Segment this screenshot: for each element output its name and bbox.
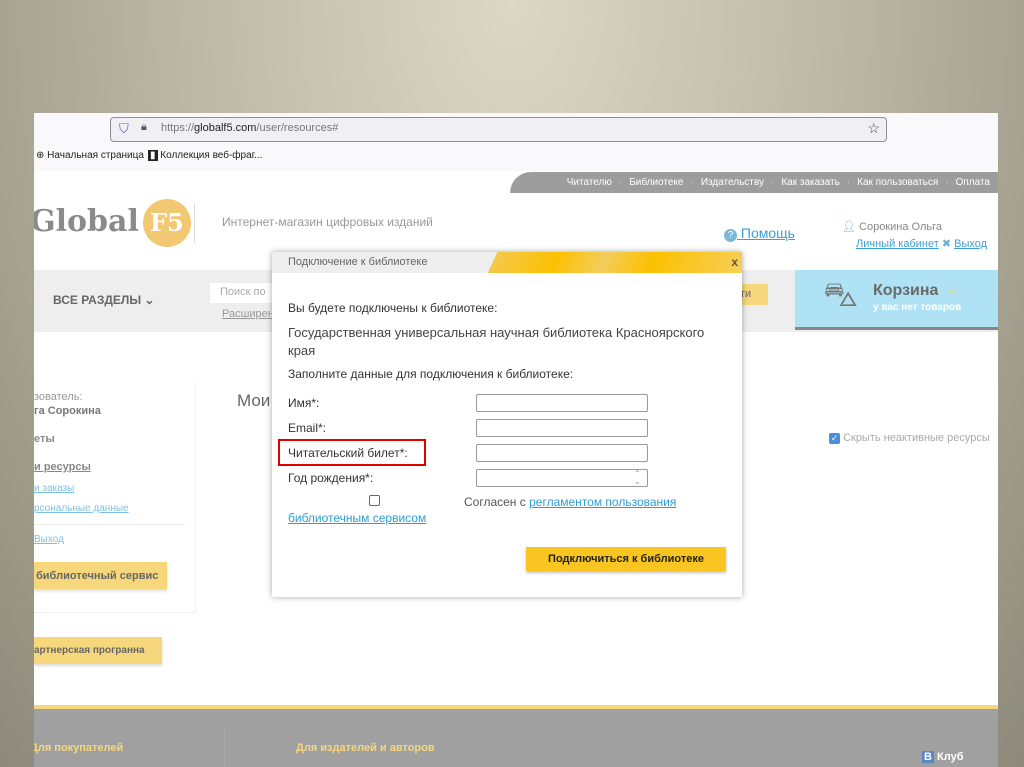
nav-payment[interactable]: Оплата — [956, 177, 990, 188]
user-name: Сорокина Ольга — [859, 221, 943, 233]
all-sections-dropdown[interactable]: ВСЕ РАЗДЕЛЫ ⌄ — [53, 293, 154, 307]
url-domain: globalf5.com — [194, 122, 257, 134]
shield-icon: ⛉ — [119, 121, 129, 136]
logo-badge: F5 — [142, 199, 191, 247]
chevron-down-icon: ⌄ — [144, 293, 155, 307]
logout-icon: ✖ — [941, 238, 952, 250]
agree-text: Согласен с — [464, 495, 530, 509]
name-label: Имя*: — [288, 396, 320, 410]
name-input[interactable] — [476, 394, 648, 412]
dialog-intro: Вы будете подключены к библиотеке: — [288, 301, 498, 315]
browser-toolbar: ⛉ 🔒︎ https://globalf5.com/user/resources… — [34, 113, 998, 171]
nav-reader[interactable]: Читателю — [567, 177, 612, 188]
bookmark-collection[interactable]: ▮ Коллекция веб-фраг... — [148, 150, 262, 161]
email-label: Email*: — [288, 421, 327, 435]
logout-link[interactable]: Выход — [954, 238, 987, 250]
nav-publisher[interactable]: Издательству — [701, 177, 764, 188]
birth-year-input[interactable] — [476, 469, 648, 487]
spinner-icon[interactable]: ⌃ ⌄ — [634, 470, 641, 486]
vk-club-link[interactable]: В Клуб — [922, 751, 963, 764]
nav-how-use[interactable]: Как пользоваться — [857, 177, 938, 188]
advanced-search-link[interactable]: Расширен — [222, 308, 274, 320]
user-icon: 👤︎ — [842, 221, 856, 233]
bookmark-icon: ▮ — [148, 150, 158, 161]
basket-icon: ⛍ — [823, 276, 859, 314]
bookmark-home[interactable]: ⊕ Начальная страница — [36, 150, 144, 161]
bookmark-label: Начальная страница — [47, 150, 144, 161]
terms-link-continued[interactable]: библиотечным сервисом — [288, 511, 426, 525]
top-nav: Читателю · Библиотеке · Издательству · Как … — [510, 172, 998, 193]
agree-checkbox[interactable] — [369, 495, 380, 506]
terms-link[interactable]: регламентом пользования — [529, 495, 676, 509]
dialog-title: Подключение к библиотеке — [288, 256, 428, 268]
page-title: Мои — [237, 391, 271, 410]
connect-library-button[interactable]: Подключиться к библиотеке — [526, 547, 726, 571]
nav-how-order[interactable]: Как заказать — [781, 177, 839, 188]
url-path: /user/resources# — [256, 122, 339, 134]
browser-screenshot: ⛉ 🔒︎ https://globalf5.com/user/resources… — [34, 113, 998, 767]
cart-subtitle: у вас нет товаров — [873, 302, 962, 313]
footer-buyers[interactable]: Для покупателей — [34, 742, 123, 754]
tagline: Интернет-магазин цифровых изданий — [222, 215, 433, 229]
help-label: Помощь — [740, 225, 795, 241]
globe-icon: ⊕ — [36, 150, 45, 161]
all-sections-label: ВСЕ РАЗДЕЛЫ — [53, 293, 142, 307]
vk-icon: В — [922, 751, 934, 763]
user-block: 👤︎ Сорокина Ольга Личный кабинет ✖ Выход — [842, 219, 987, 253]
birth-year-label: Год рождения*: — [288, 471, 374, 485]
dialog-header: Подключение к библиотеке x — [272, 252, 742, 273]
club-label: Клуб — [937, 751, 964, 763]
cabinet-link[interactable]: Личный кабинет — [856, 238, 939, 250]
hide-inactive-checkbox[interactable]: ✓ Скрыть неактивные ресурсы — [829, 432, 990, 444]
logo[interactable]: Global F5 — [34, 199, 191, 247]
cart-title: Корзина — [873, 282, 939, 299]
fill-instructions: Заполните данные для подключения к библи… — [288, 367, 574, 381]
logo-text: Global — [34, 204, 139, 239]
address-bar[interactable]: ⛉ 🔒︎ https://globalf5.com/user/resources… — [110, 117, 887, 142]
chevron-down-icon: ⌄ — [947, 280, 959, 296]
star-icon[interactable]: ☆ — [867, 120, 880, 137]
footer-publishers[interactable]: Для издателей и авторов — [296, 742, 435, 754]
library-name: Государственная универсальная научная би… — [288, 325, 705, 358]
divider — [194, 203, 195, 243]
url-prefix: https:// — [161, 122, 195, 134]
bookmark-label: Коллекция веб-фраг... — [160, 150, 263, 161]
nav-library[interactable]: Библиотеке — [629, 177, 683, 188]
sidebar-panel — [34, 383, 196, 613]
reader-card-label: Читательский билет*: — [288, 446, 408, 460]
question-icon: ? — [724, 229, 737, 242]
hide-inactive-label: Скрыть неактивные ресурсы — [843, 432, 990, 444]
close-button[interactable]: x — [731, 255, 738, 269]
lock-icon: 🔒︎ — [141, 121, 147, 133]
library-connect-dialog: Подключение к библиотеке x Вы будете под… — [272, 252, 742, 597]
email-input[interactable] — [476, 419, 648, 437]
reader-card-input[interactable] — [476, 444, 648, 462]
partner-program-button[interactable]: артнерская програнна — [34, 637, 162, 664]
help-link[interactable]: ? Помощь — [724, 225, 795, 242]
cart[interactable]: ⛍ Корзина ⌄ у вас нет товаров — [795, 270, 998, 330]
footer: Для покупателей Для издателей и авторов … — [34, 705, 998, 767]
checkbox-checked-icon: ✓ — [829, 433, 840, 444]
